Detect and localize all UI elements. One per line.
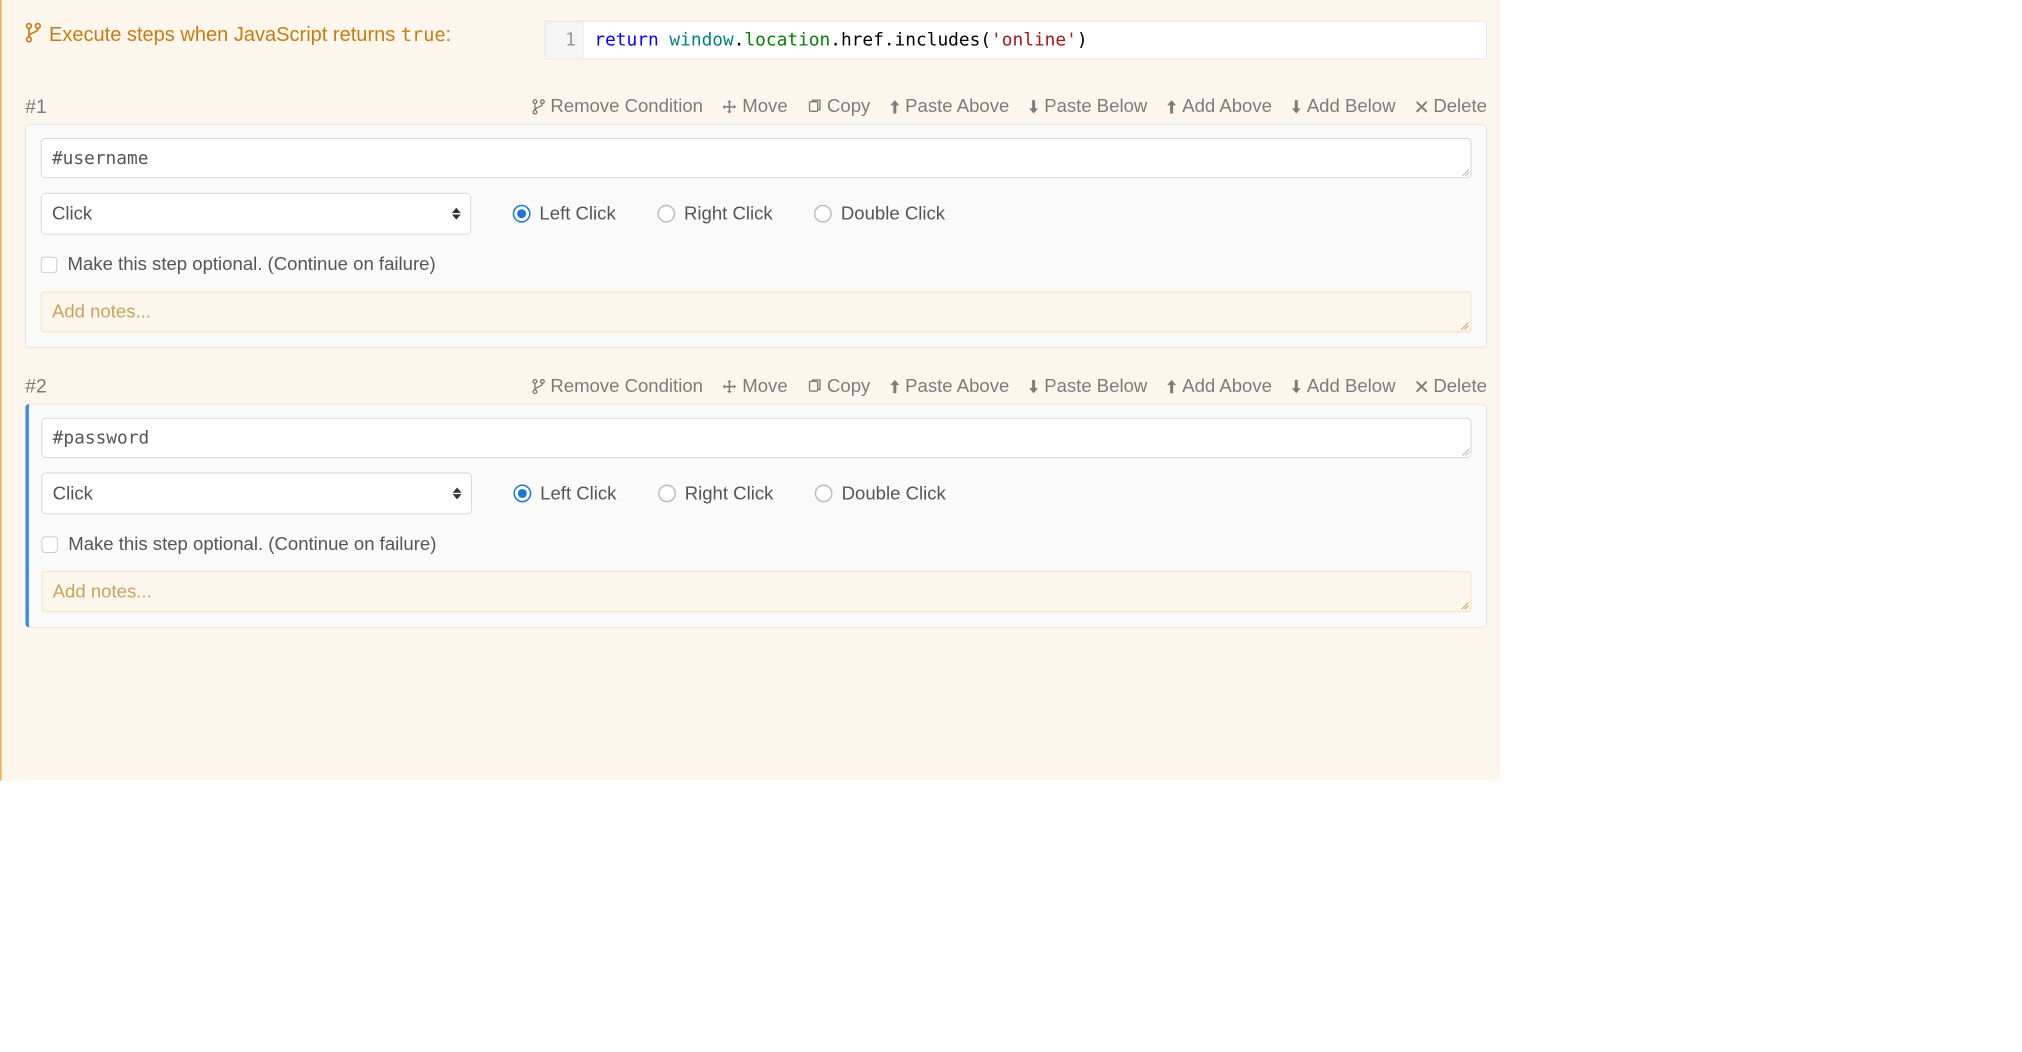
arrow-down-icon xyxy=(1291,379,1301,394)
optional-checkbox-row[interactable]: Make this step optional. (Continue on fa… xyxy=(41,254,1472,276)
paste-above-button[interactable]: Paste Above xyxy=(890,375,1010,397)
arrow-up-icon xyxy=(1167,99,1177,114)
action-controls-row: Click Left Click Right Click xyxy=(42,473,1472,515)
arrow-up-icon xyxy=(890,99,900,114)
step-number: #2 xyxy=(25,375,46,398)
step-toolbar: Remove Condition Move Copy Paste Above P… xyxy=(532,375,1487,397)
move-icon xyxy=(722,379,737,394)
radio-icon xyxy=(814,205,832,223)
line-number: 1 xyxy=(565,29,576,50)
close-icon xyxy=(1415,100,1428,113)
copy-button[interactable]: Copy xyxy=(807,375,870,397)
notes-input[interactable]: Add notes... xyxy=(42,571,1472,612)
action-select-wrap: Click xyxy=(41,193,471,235)
checkbox-icon xyxy=(41,256,57,272)
close-icon xyxy=(1415,380,1428,393)
radio-icon xyxy=(513,485,531,503)
optional-checkbox-row[interactable]: Make this step optional. (Continue on fa… xyxy=(42,533,1472,555)
paste-below-button[interactable]: Paste Below xyxy=(1029,96,1148,118)
step-toolbar: Remove Condition Move Copy Paste Above P… xyxy=(532,96,1487,118)
step-card: #password Click Left Click xyxy=(25,404,1487,628)
move-button[interactable]: Move xyxy=(722,375,787,397)
editor-gutter: 1 xyxy=(545,22,584,59)
delete-button[interactable]: Delete xyxy=(1415,375,1487,397)
js-condition-editor[interactable]: 1 return window.location.href.includes('… xyxy=(545,21,1487,60)
copy-icon xyxy=(807,99,822,114)
step-block: #1 Remove Condition Move Copy Paste Abov… xyxy=(25,95,1487,348)
branch-icon xyxy=(532,378,545,394)
selector-input[interactable]: #password xyxy=(42,418,1472,458)
arrow-up-icon xyxy=(1167,379,1177,394)
condition-label: Execute steps when JavaScript returns tr… xyxy=(25,21,500,50)
condition-label-suffix: : xyxy=(446,23,452,45)
checkbox-icon xyxy=(42,536,58,552)
radio-double-click[interactable]: Double Click xyxy=(814,203,945,225)
copy-icon xyxy=(807,379,822,394)
action-select-wrap: Click xyxy=(42,473,472,515)
action-select[interactable]: Click xyxy=(41,193,471,235)
add-below-button[interactable]: Add Below xyxy=(1291,96,1395,118)
delete-button[interactable]: Delete xyxy=(1415,96,1487,118)
code-line[interactable]: return window.location.href.includes('on… xyxy=(584,22,1098,59)
selector-input[interactable]: #username xyxy=(41,138,1472,178)
action-select[interactable]: Click xyxy=(42,473,472,515)
copy-button[interactable]: Copy xyxy=(807,96,870,118)
add-above-button[interactable]: Add Above xyxy=(1167,96,1272,118)
conditional-steps-panel: Execute steps when JavaScript returns tr… xyxy=(0,0,1500,781)
remove-condition-button[interactable]: Remove Condition xyxy=(532,96,703,118)
radio-double-click[interactable]: Double Click xyxy=(815,483,946,505)
paste-above-button[interactable]: Paste Above xyxy=(890,96,1010,118)
step-header: #2 Remove Condition Move Copy Paste Abov… xyxy=(25,375,1487,398)
arrow-down-icon xyxy=(1029,379,1039,394)
radio-icon xyxy=(513,205,531,223)
arrow-down-icon xyxy=(1029,99,1039,114)
notes-input[interactable]: Add notes... xyxy=(41,292,1472,333)
branch-icon xyxy=(532,98,545,114)
click-type-radio-group: Left Click Right Click Double Click xyxy=(513,483,945,505)
condition-label-code: true xyxy=(401,24,446,46)
arrow-down-icon xyxy=(1291,99,1301,114)
radio-left-click[interactable]: Left Click xyxy=(513,203,616,225)
arrow-up-icon xyxy=(890,379,900,394)
radio-icon xyxy=(658,485,676,503)
add-below-button[interactable]: Add Below xyxy=(1291,375,1395,397)
step-number: #1 xyxy=(25,95,46,118)
optional-label: Make this step optional. (Continue on fa… xyxy=(68,254,436,276)
paste-below-button[interactable]: Paste Below xyxy=(1029,375,1148,397)
branch-icon xyxy=(25,22,41,50)
radio-right-click[interactable]: Right Click xyxy=(657,203,772,225)
condition-header-row: Execute steps when JavaScript returns tr… xyxy=(25,21,1487,60)
step-card: #username Click Left Click xyxy=(25,124,1487,348)
radio-icon xyxy=(815,485,833,503)
remove-condition-button[interactable]: Remove Condition xyxy=(532,375,703,397)
radio-icon xyxy=(657,205,675,223)
step-header: #1 Remove Condition Move Copy Paste Abov… xyxy=(25,95,1487,118)
add-above-button[interactable]: Add Above xyxy=(1167,375,1272,397)
radio-left-click[interactable]: Left Click xyxy=(513,483,616,505)
optional-label: Make this step optional. (Continue on fa… xyxy=(68,533,436,555)
move-icon xyxy=(722,99,737,114)
radio-right-click[interactable]: Right Click xyxy=(658,483,773,505)
click-type-radio-group: Left Click Right Click Double Click xyxy=(513,203,945,225)
step-block: #2 Remove Condition Move Copy Paste Abov… xyxy=(25,375,1487,628)
condition-label-prefix: Execute steps when JavaScript returns xyxy=(49,23,401,45)
move-button[interactable]: Move xyxy=(722,96,787,118)
action-controls-row: Click Left Click Right Click xyxy=(41,193,1472,235)
